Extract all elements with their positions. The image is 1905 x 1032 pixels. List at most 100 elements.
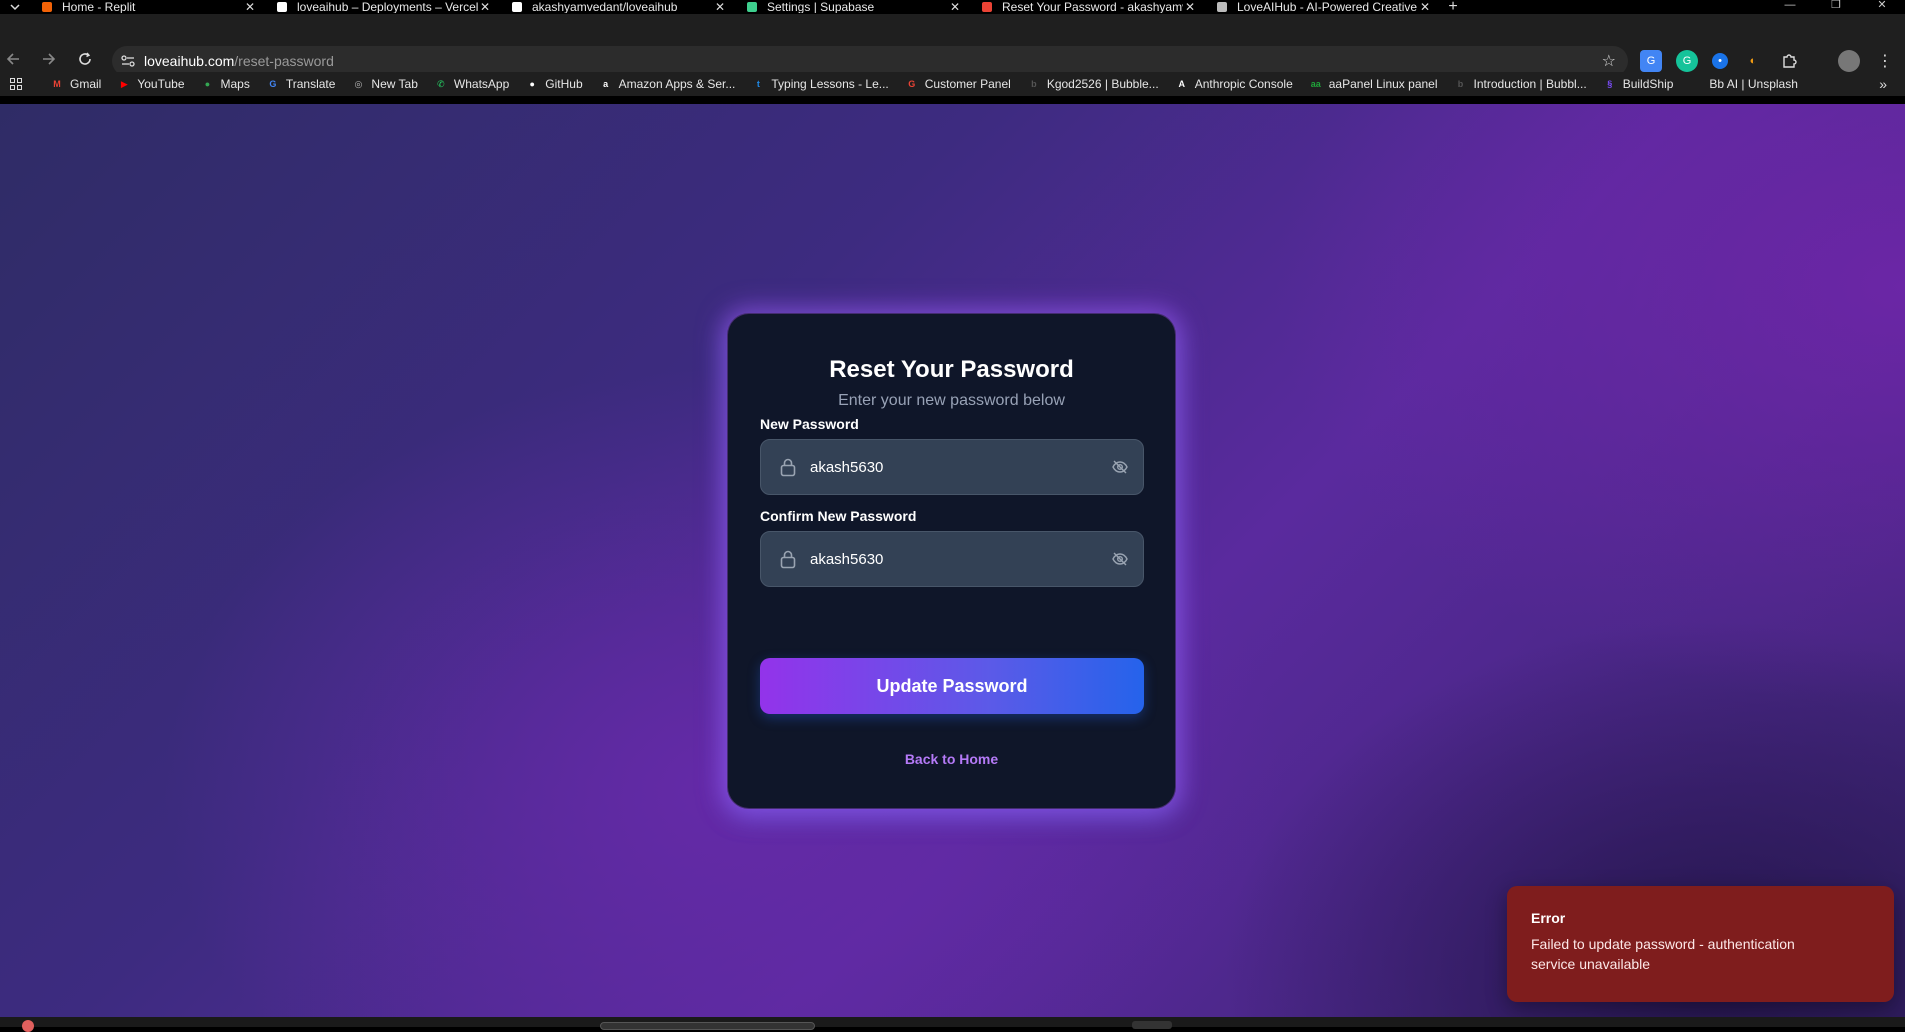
bookmark-label: Bb AI | Unsplash: [1709, 77, 1798, 91]
tab-label: Settings | Supabase: [767, 1, 875, 13]
window-controls: — ❐ ✕: [1767, 0, 1905, 14]
gmail-icon: M: [53, 79, 61, 89]
taskbar-app-icon[interactable]: [22, 1020, 34, 1032]
youtube-icon: ▶: [120, 78, 128, 89]
new-tab-button[interactable]: +: [1440, 0, 1466, 14]
bookmark-item[interactable]: ▶ YouTube: [117, 77, 185, 91]
bookmark-label: BuildShip: [1622, 77, 1674, 91]
orange-extension-icon[interactable]: ◐: [1742, 50, 1764, 72]
eye-off-icon[interactable]: [1111, 458, 1129, 476]
separator: [1814, 50, 1824, 72]
bookmark-label: Kgod2526 | Bubble...: [1046, 77, 1159, 91]
bookmark-item[interactable]: b Kgod2526 | Bubble...: [1027, 77, 1159, 91]
bookmark-item[interactable]: G Customer Panel: [905, 77, 1011, 91]
close-tab-icon[interactable]: ✕: [1183, 1, 1197, 13]
update-password-button[interactable]: Update Password: [760, 658, 1144, 714]
bookmark-star-icon[interactable]: ☆: [1602, 51, 1616, 71]
close-tab-icon[interactable]: ✕: [713, 1, 727, 13]
bookmark-label: WhatsApp: [453, 77, 510, 91]
maps-icon: ●: [204, 79, 211, 89]
extensions-row: G G • ◐ ⋮: [1640, 50, 1896, 72]
page-title: Reset Your Password: [829, 356, 1074, 383]
reset-password-card: Reset Your Password Enter your new passw…: [727, 313, 1176, 809]
confirm-password-input[interactable]: [810, 532, 1111, 586]
close-tab-icon[interactable]: ✕: [243, 1, 257, 13]
browser-tab[interactable]: loveaihub – Deployments – Vercel ✕: [265, 0, 500, 14]
bookmark-item[interactable]: ● Maps: [201, 77, 250, 91]
bookmark-item[interactable]: a Amazon Apps & Ser...: [599, 77, 735, 91]
eye-off-icon[interactable]: [1111, 550, 1129, 568]
buildship-icon: §: [1607, 79, 1613, 89]
browser-tab[interactable]: Settings | Supabase ✕: [735, 0, 970, 14]
bookmark-label: YouTube: [137, 77, 185, 91]
back-to-home-link[interactable]: Back to Home: [728, 751, 1175, 767]
taskbar-app-icon[interactable]: [1132, 1021, 1172, 1029]
browser-tab[interactable]: Home - Replit ✕: [30, 0, 265, 14]
close-tab-icon[interactable]: ✕: [948, 1, 962, 13]
bookmark-item[interactable]: ✆ WhatsApp: [434, 77, 509, 91]
more-bookmarks-icon[interactable]: »: [1879, 76, 1887, 92]
bookmark-label: Anthropic Console: [1194, 77, 1293, 91]
back-button[interactable]: [2, 48, 24, 70]
bookmark-item[interactable]: A Anthropic Console: [1175, 77, 1293, 91]
whatsapp-icon: ✆: [437, 78, 445, 89]
bookmark-item[interactable]: Bb AI | Unsplash: [1689, 77, 1798, 91]
bookmark-label: aaPanel Linux panel: [1328, 77, 1438, 91]
bookmark-item[interactable]: G Translate: [266, 77, 336, 91]
bookmark-label: Customer Panel: [924, 77, 1011, 91]
confirm-password-field: [760, 531, 1144, 587]
browser-tab[interactable]: akashyamvedant/loveaihub ✕: [500, 0, 735, 14]
bookmark-label: Translate: [285, 77, 336, 91]
bookmark-item[interactable]: § BuildShip: [1603, 77, 1674, 91]
taskbar-search[interactable]: [600, 1022, 815, 1030]
blue-extension-icon[interactable]: •: [1712, 53, 1728, 69]
close-tab-icon[interactable]: ✕: [478, 1, 492, 13]
browser-tab[interactable]: Reset Your Password - akashyamvedant✕: [970, 0, 1205, 14]
browser-toolbar: loveaihub.com/reset-password ☆ G G • ◐ ⋮: [0, 14, 1905, 80]
aapanel-icon: aa: [1310, 79, 1321, 89]
bookmark-item[interactable]: ● GitHub: [525, 77, 583, 91]
toast-message: Failed to update password - authenticati…: [1531, 936, 1795, 972]
gmail-icon: [980, 1, 994, 13]
translate-icon: G: [269, 79, 277, 89]
tab-search-button[interactable]: [0, 0, 30, 14]
close-window-button[interactable]: ✕: [1859, 0, 1905, 14]
bookmark-label: Maps: [220, 77, 250, 91]
site-info-icon[interactable]: [120, 53, 136, 69]
bookmark-item[interactable]: ◎ New Tab: [351, 77, 417, 91]
tab-label: LoveAIHub - AI-Powered Creative: [1237, 1, 1418, 13]
bookmark-item[interactable]: b Introduction | Bubbl...: [1454, 77, 1587, 91]
toast-title: Error: [1531, 910, 1566, 926]
arrow-right-icon: [43, 53, 56, 65]
grammarly-extension-icon[interactable]: G: [1676, 50, 1698, 72]
bookmark-item[interactable]: t Typing Lessons - Le...: [751, 77, 889, 91]
vercel-icon: [275, 1, 289, 13]
extensions-puzzle-icon[interactable]: [1778, 50, 1800, 72]
close-tab-icon[interactable]: ✕: [1418, 1, 1432, 13]
anthropic-icon: A: [1178, 79, 1185, 89]
restore-button[interactable]: ❐: [1813, 0, 1859, 14]
globe-icon: [1215, 1, 1229, 13]
page-viewport: Reset Your Password Enter your new passw…: [0, 104, 1905, 1017]
bookmark-item[interactable]: M Gmail: [50, 77, 101, 91]
new-password-input[interactable]: [810, 440, 1111, 494]
apps-grid-icon[interactable]: [10, 78, 22, 90]
supabase-icon: [745, 1, 759, 13]
tab-label: akashyamvedant/loveaihub: [532, 1, 678, 13]
translate-extension-icon[interactable]: G: [1640, 50, 1662, 72]
github-icon: [510, 1, 524, 13]
github-icon: ●: [529, 79, 535, 89]
browser-tab[interactable]: LoveAIHub - AI-Powered Creative ✕: [1205, 0, 1440, 14]
reload-button[interactable]: [74, 48, 96, 70]
error-toast[interactable]: Error Failed to update password - authen…: [1507, 886, 1894, 1002]
new-password-label: New Password: [760, 416, 859, 432]
profile-avatar[interactable]: [1838, 50, 1860, 72]
url-text: loveaihub.com/reset-password: [144, 53, 334, 69]
page-subtitle: Enter your new password below: [838, 392, 1065, 409]
minimize-button[interactable]: —: [1767, 0, 1813, 14]
bookmark-item[interactable]: aa aaPanel Linux panel: [1309, 77, 1438, 91]
browser-menu-icon[interactable]: ⋮: [1874, 50, 1896, 72]
replit-icon: [40, 1, 54, 13]
url-path: /reset-password: [234, 53, 334, 69]
forward-button[interactable]: [38, 48, 60, 70]
